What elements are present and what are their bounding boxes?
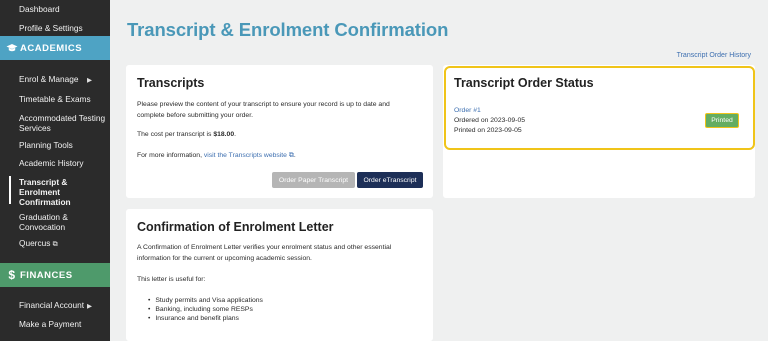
graduation-cap-icon [5,43,19,53]
sidebar-item-make-payment[interactable]: Make a Payment [19,319,81,329]
list-item: Study permits and Visa applications [148,296,263,305]
sidebar-item-academic-history[interactable]: Academic History [19,158,84,168]
transcripts-title: Transcripts [137,76,205,90]
info-suffix: . [293,152,296,159]
sidebar-item-enrol-manage[interactable]: Enrol & Manage [19,74,79,84]
cost-suffix: . [234,131,236,138]
sidebar-item-transcript-enrolment[interactable]: Transcript & Enrolment Confirmation [19,177,81,207]
confirmation-useful-for: This letter is useful for: [137,276,206,283]
sidebar-section-finances[interactable]: $ FINANCES [0,263,110,287]
sidebar-item-planning-tools[interactable]: Planning Tools [19,140,73,150]
sidebar-section-academics-label: ACADEMICS [20,42,83,54]
list-item: Banking, including some RESPs [148,305,263,314]
confirmation-uses-list: Study permits and Visa applications Bank… [148,296,263,323]
confirmation-letter-card: Confirmation of Enrolment Letter A Confi… [126,209,433,341]
order-paper-transcript-button[interactable]: Order Paper Transcript [272,172,355,188]
dollar-icon: $ [8,268,16,282]
active-indicator [9,176,11,204]
transcript-cost: The cost per transcript is $18.00. [137,130,236,141]
transcript-info: For more information, visit the Transcri… [137,151,296,162]
sidebar-item-dashboard[interactable]: Dashboard [19,4,60,14]
transcripts-website-link[interactable]: visit the Transcripts website [204,152,287,159]
sidebar-item-financial-account[interactable]: Financial Account [19,300,84,310]
sidebar-section-academics[interactable]: ACADEMICS [0,36,110,60]
sidebar-section-finances-label: FINANCES [20,269,73,281]
confirmation-description: A Confirmation of Enrolment Letter verif… [137,244,392,262]
chevron-right-icon: ▶ [87,303,92,310]
sidebar-item-accommodated-testing[interactable]: Accommodated Testing Services [19,113,107,133]
transcripts-description: Please preview the content of your trans… [137,101,390,119]
status-badge: Printed [705,113,739,128]
info-prefix: For more information, [137,152,204,159]
sidebar-item-graduation-convocation[interactable]: Graduation & Convocation [19,212,81,232]
sidebar: Dashboard Profile & Settings ACADEMICS E… [0,0,110,341]
highlight-frame [444,66,755,150]
order-etranscript-button[interactable]: Order eTranscript [357,172,423,188]
confirmation-title: Confirmation of Enrolment Letter [137,220,334,234]
transcript-order-history-link[interactable]: Transcript Order History [677,52,751,59]
cost-value: $18.00 [213,131,235,138]
sidebar-item-profile-settings[interactable]: Profile & Settings [19,23,83,33]
page-title: Transcript & Enrolment Confirmation [127,19,449,40]
sidebar-item-quercus[interactable]: Quercus ⧉ [19,238,58,250]
sidebar-item-quercus-label: Quercus [19,238,51,248]
list-item: Insurance and benefit plans [148,314,263,323]
cost-prefix: The cost per transcript is [137,131,214,138]
sidebar-item-timetable-exams[interactable]: Timetable & Exams [19,94,91,104]
chevron-right-icon: ▶ [87,77,92,84]
external-link-icon: ⧉ [52,241,58,248]
